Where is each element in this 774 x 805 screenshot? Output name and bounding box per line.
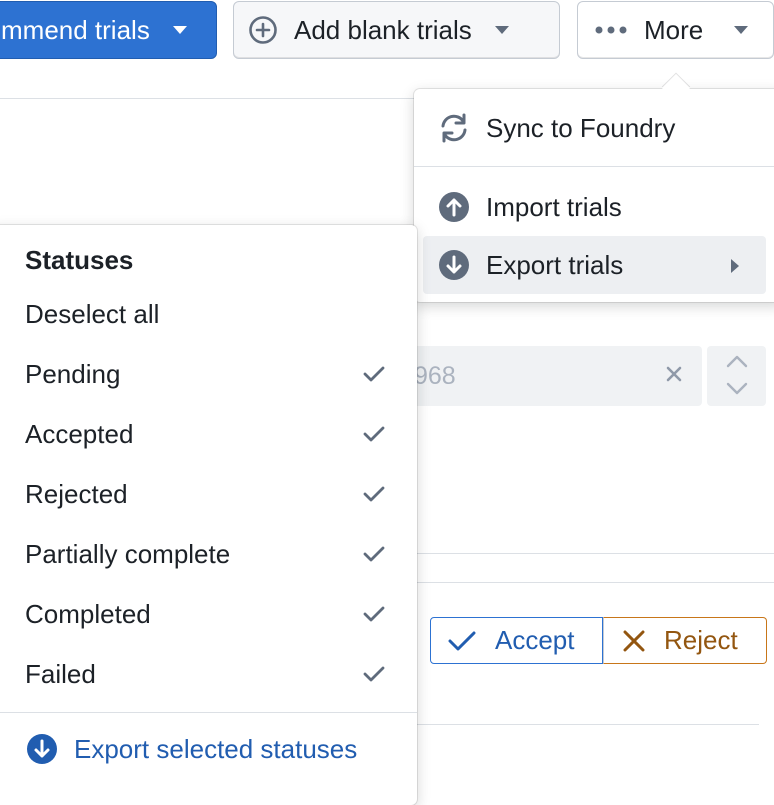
more-dots-icon: [594, 25, 628, 35]
status-label: Accepted: [25, 418, 134, 449]
add-blank-trials-label: Add blank trials: [294, 14, 472, 45]
section-divider: [417, 553, 774, 554]
toolbar-divider: [0, 98, 414, 99]
status-option-rejected[interactable]: Rejected: [25, 474, 385, 514]
status-label: Partially complete: [25, 538, 231, 569]
more-button[interactable]: More: [577, 1, 774, 59]
status-option-failed[interactable]: Failed: [25, 654, 385, 694]
menu-divider: [0, 712, 417, 713]
caret-down-icon: [733, 25, 749, 35]
more-menu-popover: Sync to Foundry Import trials Export tri…: [414, 73, 774, 302]
reject-button[interactable]: Reject: [603, 617, 767, 664]
numeric-input[interactable]: 968: [380, 346, 702, 406]
chevron-down-icon[interactable]: [725, 382, 749, 396]
more-label: More: [644, 14, 704, 45]
check-icon: [363, 486, 385, 502]
check-icon: [363, 426, 385, 442]
recommend-trials-button[interactable]: mmend trials: [0, 1, 217, 59]
caret-down-icon: [494, 25, 510, 35]
status-label: Rejected: [25, 478, 128, 509]
caret-right-icon: [730, 258, 740, 274]
menu-item-export-trials[interactable]: Export trials: [423, 236, 766, 294]
download-icon: [26, 733, 58, 765]
status-label: Failed: [25, 658, 96, 689]
check-icon: [363, 546, 385, 562]
reject-label: Reject: [664, 625, 738, 655]
deselect-all-option[interactable]: Deselect all: [25, 299, 159, 330]
status-option-partially-complete[interactable]: Partially complete: [25, 534, 385, 574]
menu-item-label: Import trials: [486, 191, 622, 222]
menu-divider: [414, 166, 774, 167]
add-blank-trials-button[interactable]: Add blank trials: [233, 1, 560, 59]
status-filter-popover: Statuses Deselect all Pending Accepted R…: [0, 225, 417, 805]
menu-item-label: Export trials: [486, 249, 624, 280]
recommend-trials-label: mmend trials: [1, 14, 150, 45]
tick-icon: [447, 630, 477, 652]
status-label: Pending: [25, 358, 121, 389]
check-icon: [363, 366, 385, 382]
status-option-accepted[interactable]: Accepted: [25, 414, 385, 454]
section-divider: [417, 582, 774, 583]
clear-icon[interactable]: [664, 364, 684, 384]
menu-item-sync-to-foundry[interactable]: Sync to Foundry: [424, 98, 774, 158]
upload-icon: [438, 191, 470, 223]
statuses-heading: Statuses: [25, 245, 134, 275]
numeric-input-value: 968: [414, 362, 456, 390]
accept-button[interactable]: Accept: [430, 617, 603, 664]
check-icon: [363, 606, 385, 622]
status-option-completed[interactable]: Completed: [25, 594, 385, 634]
section-divider: [417, 724, 759, 725]
export-selected-statuses-button[interactable]: Export selected statuses: [26, 733, 357, 765]
check-icon: [363, 666, 385, 682]
numeric-stepper[interactable]: [707, 346, 766, 406]
status-label: Completed: [25, 598, 151, 629]
cross-icon: [622, 629, 646, 653]
status-option-pending[interactable]: Pending: [25, 354, 385, 394]
export-selected-label: Export selected statuses: [74, 733, 358, 764]
caret-down-icon: [172, 25, 188, 35]
menu-item-label: Sync to Foundry: [486, 112, 676, 143]
download-icon: [438, 249, 470, 281]
add-circle-icon: [248, 15, 278, 45]
accept-reject-group: Accept Reject: [430, 617, 767, 664]
chevron-up-icon[interactable]: [725, 354, 749, 368]
refresh-icon: [438, 113, 470, 143]
accept-label: Accept: [495, 625, 575, 655]
menu-item-import-trials[interactable]: Import trials: [424, 177, 774, 237]
